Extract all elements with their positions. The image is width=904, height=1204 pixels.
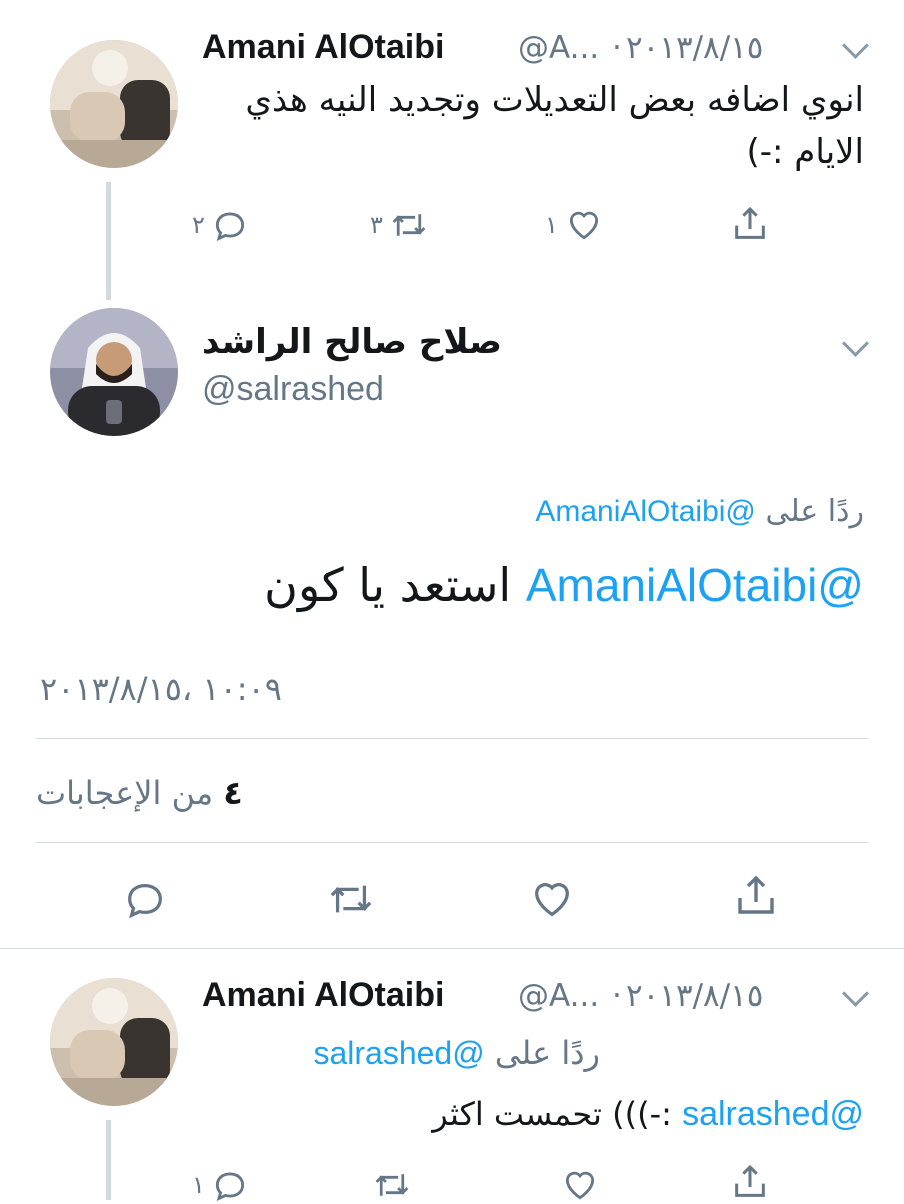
tweet-text-line: الايام :-) — [746, 132, 864, 172]
thread-line — [106, 182, 111, 300]
avatar-image — [50, 40, 178, 168]
share-icon — [735, 206, 765, 239]
heart-icon — [535, 883, 569, 917]
heart-icon — [569, 211, 598, 240]
likes-summary[interactable]: ٤ من الإعجابات — [36, 774, 336, 812]
reply-count: ١ — [192, 1171, 205, 1199]
reply-button[interactable] — [122, 876, 168, 922]
divider — [0, 948, 904, 949]
avatar[interactable] — [50, 40, 178, 168]
replying-to-label: ردًا على — [765, 494, 864, 529]
tweet-text: @AmaniAlOtaibi استعد يا كون — [44, 558, 864, 612]
retweet-button[interactable] — [372, 1166, 412, 1204]
mention-link[interactable]: @salrashed — [682, 1095, 864, 1133]
retweet-button[interactable]: ٣ — [370, 206, 429, 244]
heart-icon — [565, 1171, 595, 1200]
reply-button[interactable]: ٢ — [192, 206, 249, 244]
reply-button[interactable]: ١ — [192, 1166, 249, 1204]
author-name[interactable]: صلاح صالح الراشد — [202, 322, 512, 362]
replying-to: ردًا على @salrashed — [100, 1034, 600, 1072]
share-button[interactable] — [730, 1162, 770, 1202]
retweet-button[interactable] — [326, 876, 376, 922]
avatar[interactable] — [50, 308, 178, 436]
likes-label: من الإعجابات — [36, 774, 214, 812]
author-handle[interactable]: @A... — [518, 978, 599, 1014]
reply-icon — [215, 1172, 244, 1202]
reply-icon — [215, 212, 244, 242]
retweet-icon — [330, 885, 372, 913]
retweet-icon — [392, 214, 426, 236]
separator-dot: · — [612, 978, 622, 1014]
share-icon — [738, 875, 774, 914]
like-count: ١ — [545, 211, 558, 239]
thread-line — [106, 1120, 111, 1200]
tweet-text-line: انوي اضافه بعض التعديلات وتجديد النيه هذ… — [245, 80, 864, 120]
share-icon — [735, 1164, 765, 1197]
tweet-body: استعد يا كون — [264, 558, 512, 612]
share-button[interactable] — [732, 872, 780, 920]
mention-link[interactable]: @AmaniAlOtaibi — [526, 559, 864, 611]
retweet-count: ٣ — [370, 211, 383, 239]
replying-to-link[interactable]: @AmaniAlOtaibi — [535, 495, 756, 528]
tweet-date[interactable]: ٢٠١٣/٨/١٥ — [626, 978, 763, 1014]
tweet-timestamp[interactable]: ١٠:٠٩ ،٢٠١٣/٨/١٥ — [40, 670, 282, 708]
author-handle[interactable]: @A... — [518, 30, 599, 66]
likes-count: ٤ — [223, 774, 243, 812]
separator-dot: · — [612, 30, 622, 66]
tweet-text: @salrashed :-))) تحمست اكثر — [204, 1088, 864, 1140]
author-handle[interactable]: @salrashed — [202, 370, 384, 409]
retweet-icon — [375, 1174, 409, 1196]
replying-to-link[interactable]: @salrashed — [313, 1035, 484, 1071]
like-button[interactable] — [560, 1166, 600, 1204]
avatar-image — [50, 308, 178, 436]
chevron-down-icon[interactable] — [842, 32, 869, 59]
share-button[interactable] — [730, 204, 770, 244]
like-button[interactable] — [528, 876, 576, 922]
chevron-down-icon[interactable] — [842, 330, 869, 357]
reply-count: ٢ — [192, 211, 205, 239]
tweet-date[interactable]: ٢٠١٣/٨/١٥ — [626, 30, 763, 66]
like-button[interactable]: ١ — [545, 206, 604, 244]
divider — [36, 738, 868, 739]
author-name[interactable]: Amani AlOtaibi — [202, 28, 444, 67]
divider — [36, 842, 868, 843]
tweet-body: :-))) تحمست اكثر — [432, 1095, 672, 1133]
tweet-text: انوي اضافه بعض التعديلات وتجديد النيه هذ… — [204, 74, 864, 178]
replying-to-label: ردًا على — [494, 1034, 600, 1072]
author-name[interactable]: Amani AlOtaibi — [202, 976, 444, 1015]
reply-icon — [128, 883, 162, 919]
replying-to: ردًا على @AmaniAlOtaibi — [164, 494, 864, 529]
chevron-down-icon[interactable] — [842, 980, 869, 1007]
